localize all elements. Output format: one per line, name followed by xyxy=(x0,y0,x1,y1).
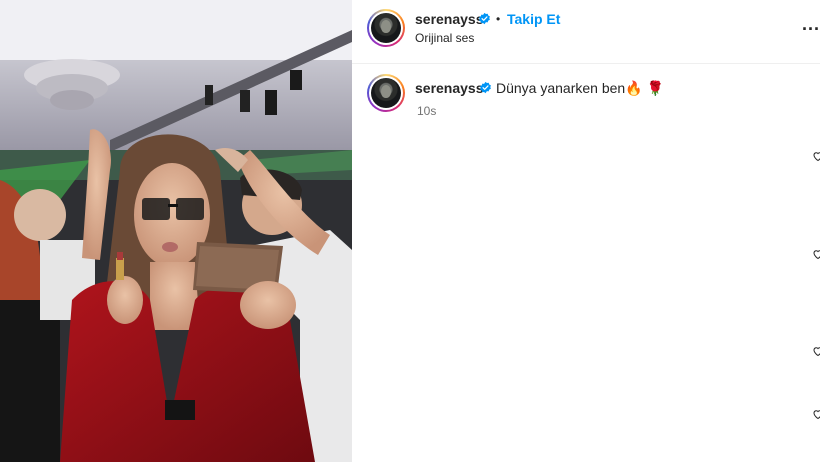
post-photo xyxy=(0,0,352,462)
post-panel: serenayss • Takip Et Orijinal ses ... se… xyxy=(352,0,820,462)
post-header: serenayss • Takip Et Orijinal ses ... xyxy=(352,0,820,64)
avatar[interactable] xyxy=(367,9,405,47)
username-link[interactable]: serenayss xyxy=(415,11,484,27)
heart-icon[interactable] xyxy=(812,408,820,420)
more-options-icon[interactable]: ... xyxy=(802,14,820,35)
post-media[interactable] xyxy=(0,0,352,462)
verified-icon xyxy=(479,12,490,25)
heart-icon[interactable] xyxy=(812,248,820,260)
post-timestamp[interactable]: 10s xyxy=(417,104,436,118)
header-separator: • xyxy=(496,12,501,26)
follow-button[interactable]: Takip Et xyxy=(507,11,560,27)
post-modal: serenayss • Takip Et Orijinal ses ... se… xyxy=(0,0,820,462)
caption-username-link[interactable]: serenayss xyxy=(415,80,484,96)
heart-icon[interactable] xyxy=(812,150,820,162)
caption-avatar[interactable] xyxy=(367,74,405,112)
caption-text: Dünya yanarken ben🔥 🌹 xyxy=(496,80,664,96)
heart-icon[interactable] xyxy=(812,345,820,357)
audio-label-link[interactable]: Orijinal ses xyxy=(415,31,474,45)
verified-icon xyxy=(480,81,491,94)
